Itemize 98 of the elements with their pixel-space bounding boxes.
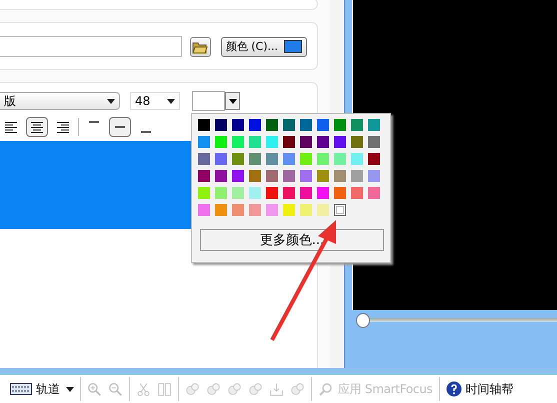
track-icon	[10, 383, 32, 395]
text-color-swatch[interactable]	[192, 91, 225, 111]
color-swatch[interactable]	[215, 119, 227, 131]
file-path-field[interactable]	[0, 36, 182, 57]
browse-folder-button[interactable]	[190, 36, 211, 56]
color-swatch[interactable]	[300, 204, 312, 216]
color-swatch[interactable]	[266, 170, 278, 182]
color-swatch[interactable]	[334, 170, 346, 182]
color-swatch[interactable]	[334, 187, 346, 199]
color-swatch[interactable]	[215, 204, 227, 216]
color-swatch[interactable]	[215, 153, 227, 165]
color-swatch[interactable]	[368, 187, 380, 199]
color-swatch[interactable]	[283, 153, 295, 165]
color-dropdown-button[interactable]	[225, 92, 240, 110]
timeline-help-button[interactable]: 时间轴帮	[444, 377, 516, 401]
color-swatch[interactable]	[351, 119, 363, 131]
color-swatch[interactable]	[198, 119, 210, 131]
clip-icon	[185, 382, 200, 396]
color-swatch[interactable]	[266, 119, 278, 131]
color-swatch[interactable]	[283, 136, 295, 148]
color-swatch[interactable]	[266, 136, 278, 148]
align-icon	[31, 122, 43, 132]
color-swatch[interactable]	[266, 187, 278, 199]
color-swatch[interactable]	[198, 136, 210, 148]
zoom-in-icon	[87, 382, 102, 396]
clip-icon	[227, 382, 242, 396]
color-swatch[interactable]	[249, 119, 261, 131]
color-swatch[interactable]	[317, 119, 329, 131]
color-swatch[interactable]	[215, 136, 227, 148]
zoom-out-icon	[108, 382, 123, 396]
caret-icon	[167, 98, 175, 104]
color-swatch[interactable]	[317, 187, 329, 199]
color-swatch[interactable]	[215, 187, 227, 199]
color-swatch[interactable]	[249, 204, 261, 216]
color-swatch[interactable]	[198, 204, 210, 216]
color-swatch[interactable]	[317, 136, 329, 148]
clip-icon	[248, 382, 263, 396]
slider-thumb[interactable]	[356, 313, 370, 328]
color-swatch[interactable]	[232, 204, 244, 216]
color-swatch[interactable]	[283, 119, 295, 131]
split-icon	[157, 382, 172, 396]
color-button[interactable]: 颜色 (C)...	[220, 36, 307, 56]
tray-icon	[269, 382, 284, 396]
color-swatch[interactable]	[232, 187, 244, 199]
color-swatch[interactable]	[368, 153, 380, 165]
color-swatch[interactable]	[300, 119, 312, 131]
color-swatch[interactable]	[334, 119, 346, 131]
color-swatch[interactable]	[300, 153, 312, 165]
color-swatch[interactable]	[317, 204, 329, 216]
align-button[interactable]	[109, 117, 131, 137]
color-swatch[interactable]	[283, 187, 295, 199]
color-swatch[interactable]	[232, 119, 244, 131]
color-swatch[interactable]	[368, 170, 380, 182]
color-swatch[interactable]	[232, 136, 244, 148]
caret-icon	[66, 386, 74, 392]
font-dropdown[interactable]: 版	[0, 92, 120, 110]
size-dropdown[interactable]: 48	[130, 92, 180, 110]
color-swatch[interactable]	[232, 153, 244, 165]
color-swatch[interactable]	[334, 153, 346, 165]
color-swatch[interactable]	[232, 170, 244, 182]
clip-icon	[206, 382, 221, 396]
color-swatch[interactable]	[351, 170, 363, 182]
color-swatch[interactable]	[266, 153, 278, 165]
color-swatch[interactable]	[198, 170, 210, 182]
color-swatch[interactable]	[198, 153, 210, 165]
folder-icon	[192, 40, 208, 54]
color-swatch[interactable]	[283, 204, 295, 216]
color-swatch[interactable]	[198, 187, 210, 199]
clip-icon	[290, 382, 305, 396]
color-swatch[interactable]	[300, 136, 312, 148]
align-button[interactable]	[26, 117, 48, 137]
seek-slider[interactable]	[356, 313, 557, 328]
caret-icon	[228, 98, 236, 104]
magnifier-icon	[318, 381, 334, 397]
color-swatch[interactable]	[317, 153, 329, 165]
align-icon	[57, 122, 69, 132]
color-swatch[interactable]	[351, 187, 363, 199]
color-swatch[interactable]	[249, 170, 261, 182]
color-swatch[interactable]	[300, 170, 312, 182]
color-swatch[interactable]	[334, 204, 346, 216]
color-swatch[interactable]	[368, 119, 380, 131]
track-button[interactable]: 轨道	[8, 377, 62, 401]
scissors-icon	[136, 382, 151, 396]
color-swatch[interactable]	[249, 136, 261, 148]
color-swatch[interactable]	[249, 153, 261, 165]
align-icon	[5, 122, 17, 132]
color-swatch[interactable]	[215, 170, 227, 182]
color-swatch[interactable]	[283, 170, 295, 182]
color-swatch[interactable]	[249, 187, 261, 199]
help-icon	[446, 381, 462, 397]
color-swatch[interactable]	[317, 170, 329, 182]
color-swatch[interactable]	[300, 187, 312, 199]
caret-icon	[107, 98, 115, 104]
color-swatch[interactable]	[351, 153, 363, 165]
color-swatch[interactable]	[351, 136, 363, 148]
color-swatch[interactable]	[266, 204, 278, 216]
color-swatch[interactable]	[368, 136, 380, 148]
color-swatch[interactable]	[334, 136, 346, 148]
